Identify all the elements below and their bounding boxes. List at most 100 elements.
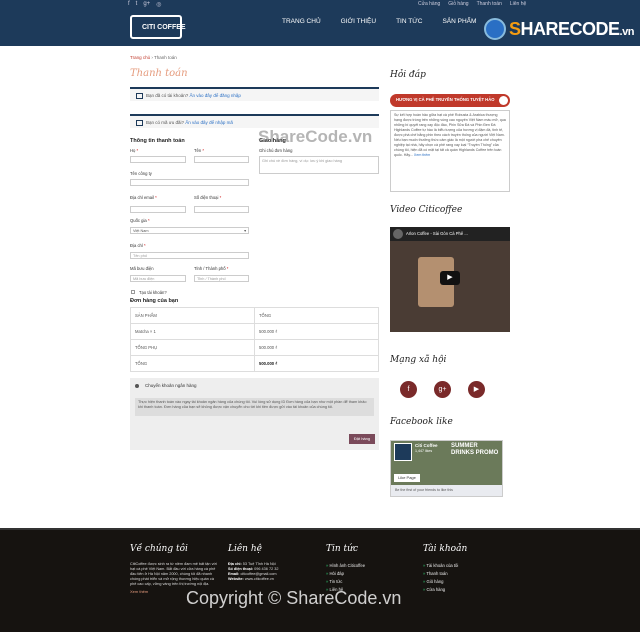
footer-news-link[interactable]: Tin tức [326,578,416,586]
order-header-row: SẢN PHẨM TỔNG [130,307,379,324]
logo-text: CITI COFFEE [142,24,186,31]
top-social-icons: f t g+ ◎ [128,1,161,8]
facebook-page-logo [394,443,412,461]
postcode-field[interactable]: Mã bưu điện [130,275,186,282]
copyright-watermark: Copyright © ShareCode.vn [186,588,402,608]
footer-email[interactable]: citicoffee@gmail.com [240,572,276,576]
bank-transfer-radio[interactable] [135,384,139,388]
order-heading: Đơn hàng của bạn [130,298,179,304]
first-name-field[interactable] [130,156,186,163]
breadcrumb-current: Thanh toán [154,55,177,60]
footer-about: Về chúng tôi CitiCoffee được sinh ra từ … [130,544,220,594]
instagram-icon[interactable]: ◎ [156,1,161,8]
phone-label: Số điện thoại * [194,195,222,200]
twitter-icon[interactable]: t [136,1,138,8]
footer: Về chúng tôi CitiCoffee được sinh ra từ … [0,528,640,632]
payment-method-label: Chuyển khoản ngân hàng [145,383,197,388]
company-label: Tên công ty [130,171,152,176]
order-grand-value: 500.000 ₫ [254,355,379,372]
breadcrumb: Trang chủ › Thanh toán [130,55,177,60]
order-notes-field[interactable]: Ghi chú về đơn hàng, ví dụ: lưu ý khi gi… [259,156,379,174]
order-product-cell: Matcha × 1 [130,323,255,340]
main-menu: TRANG CHỦ GIỚI THIỆU TIN TỨC SẢN PHẨM [282,18,476,25]
footer-account-link[interactable]: Cửa hàng [423,586,513,594]
company-field[interactable] [130,179,249,186]
footer-news-title: Tin tức [326,544,358,554]
country-select[interactable]: Việt Nam ▾ [130,227,249,234]
coupon-link[interactable]: Ấn vào đây để nhập mã [185,120,233,125]
last-name-label: Tên * [194,148,205,153]
youtube-icon[interactable]: ▶ [468,381,485,398]
table-row: TỔNG 500.000 ₫ [130,355,379,372]
facebook-cover: Citi Coffee 1,447 likes SUMMER DRINKS PRO… [391,441,502,485]
sidebar-faq-title: Hỏi đáp [390,70,426,80]
facebook-promo-text: SUMMER DRINKS PROMO [451,443,499,456]
footer-account-link[interactable]: Giỏ hàng [423,578,513,586]
email-label: Địa chỉ email * [130,195,157,200]
menu-home[interactable]: TRANG CHỦ [282,18,321,25]
play-icon[interactable]: ▶ [440,271,460,285]
main-nav: CITI COFFEE TRANG CHỦ GIỚI THIỆU TIN TỨC… [0,10,640,46]
order-col-product: SẢN PHẨM [130,307,255,324]
coffee-icon [499,96,508,105]
order-subtotal-value: 500.000 ₫ [254,339,379,356]
footer-contact-title: Liên hệ [228,544,262,554]
footer-account-link[interactable]: Tài khoản của tôi [423,562,513,570]
read-more-link[interactable]: Xem thêm [414,153,430,157]
footer-website[interactable]: www.citicoffee.vn [245,577,274,581]
facebook-like-button[interactable]: Like Page [394,474,420,482]
facebook-icon[interactable]: f [128,1,130,8]
top-link-checkout[interactable]: Thanh toán [477,1,502,7]
last-name-field[interactable] [194,156,249,163]
create-account-label: Tạo tài khoản? [139,290,167,295]
country-label: Quốc gia * [130,218,150,223]
email-field[interactable] [130,206,186,213]
sidebar-hot-title[interactable]: HƯƠNG VỊ CÀ PHÊ TRUYỀN THỐNG TUYỆT HẢO [390,94,510,107]
page-title: Thanh toán [130,68,188,79]
footer-account-title: Tài khoản [423,544,468,554]
sharecode-watermark-logo: SHARECODE.vn [484,18,634,40]
google-plus-icon[interactable]: g+ [434,381,451,398]
login-link[interactable]: Ấn vào đây để đăng nhập [190,93,241,98]
video-player[interactable]: Arlon Coffee - Sài Gòn Cà Phê ... ▶ [390,227,510,332]
google-plus-icon[interactable]: g+ [143,1,150,8]
place-order-button[interactable]: Đặt hàng [349,434,375,444]
breadcrumb-home[interactable]: Trang chủ [130,55,150,60]
top-links: Cửa hàng Giỏ hàng Thanh toán Liên hệ [418,1,526,7]
top-link-shop[interactable]: Cửa hàng [418,1,440,7]
postcode-label: Mã bưu điện [130,266,154,271]
facebook-widget: Citi Coffee 1,447 likes SUMMER DRINKS PRO… [390,440,503,497]
sidebar-video-title: Video Citicoffee [390,205,463,215]
first-name-label: Họ * [130,148,139,153]
video-title-bar: Arlon Coffee - Sài Gòn Cà Phê ... [390,227,510,241]
facebook-icon[interactable]: f [400,381,417,398]
site-logo[interactable]: CITI COFFEE [130,13,190,43]
billing-heading: Thông tin thanh toán [130,138,185,144]
sharecode-icon [484,18,506,40]
address-field[interactable]: Tên phố [130,252,249,259]
footer-about-text: CitiCoffee được sinh ra từ niềm đam mê b… [130,562,217,586]
city-field[interactable]: Tỉnh / Thành phố [194,275,249,282]
menu-products[interactable]: SẢN PHẨM [442,18,476,25]
phone-field[interactable] [194,206,249,213]
menu-news[interactable]: TIN TỨC [396,18,422,25]
footer-contact: Liên hệ Địa chỉ: 53 Tuệ Tĩnh Hà Nội Số đ… [228,544,318,582]
menu-about[interactable]: GIỚI THIỆU [341,18,376,25]
table-row: Matcha × 1 500.000 ₫ [130,323,379,340]
sidebar-social-icons: f g+ ▶ [400,381,485,398]
order-notes-label: Ghi chú đơn hàng [259,148,293,153]
address-label: Địa chỉ * [130,243,146,248]
footer-news: Tin tức Hình ảnh Citicoffee Hỏi đáp Tin … [326,544,416,594]
top-bar: f t g+ ◎ Cửa hàng Giỏ hàng Thanh toán Li… [0,0,640,10]
footer-news-link[interactable]: Hỏi đáp [326,570,416,578]
footer-news-link[interactable]: Hình ảnh Citicoffee [326,562,416,570]
order-subtotal-label: TỔNG PHỤ [130,339,255,356]
facebook-page-name[interactable]: Citi Coffee 1,447 likes [415,443,438,453]
top-link-contact[interactable]: Liên hệ [510,1,526,7]
footer-account-link[interactable]: Thanh toán [423,570,513,578]
payment-box: Chuyển khoản ngân hàng Thực hiện thanh t… [130,378,379,450]
top-link-cart[interactable]: Giỏ hàng [448,1,468,7]
sidebar-hot-text: Sự kết hợp hoàn hảo giữa hạt cà phê Robu… [390,110,510,192]
footer-about-title: Về chúng tôi [130,544,188,554]
create-account-checkbox[interactable] [131,290,135,294]
